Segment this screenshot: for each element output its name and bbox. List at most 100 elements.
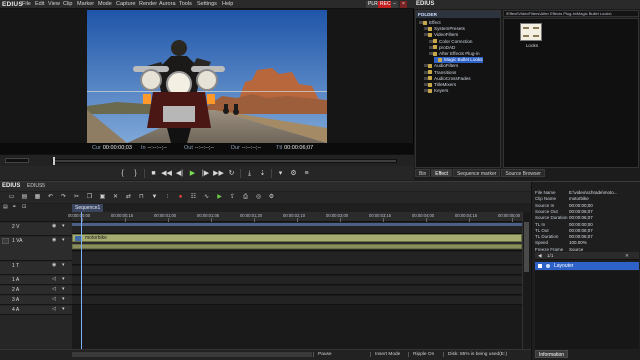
layer-nav-icon[interactable]: ◀ xyxy=(538,253,542,259)
tab-bin[interactable]: Bin xyxy=(415,169,431,177)
render-icon[interactable]: ▶ xyxy=(216,194,223,201)
new-sequence-icon[interactable]: ▭ xyxy=(8,194,15,201)
menu-edit[interactable]: Edit xyxy=(35,0,44,9)
menu-settings[interactable]: Settings xyxy=(197,0,217,9)
marker-icon[interactable]: ▾ xyxy=(276,169,285,178)
stop-icon[interactable]: ■ xyxy=(149,169,158,178)
copy-icon[interactable]: ❐ xyxy=(86,194,93,201)
status-insert-mode[interactable]: Insert Mode xyxy=(370,352,400,357)
step-back-icon[interactable]: ◀| xyxy=(175,169,184,178)
loop-icon[interactable]: ↻ xyxy=(227,169,236,178)
video-clip[interactable]: motorbike xyxy=(72,234,522,242)
lock-icon[interactable]: ▾ xyxy=(62,277,67,282)
speaker-icon[interactable]: ◁ xyxy=(52,277,57,282)
scrub-bar[interactable] xyxy=(0,154,414,166)
position-slider-handle[interactable] xyxy=(53,157,55,165)
menu-render[interactable]: Render xyxy=(139,0,157,9)
menu-tools[interactable]: Tools xyxy=(179,0,192,9)
link-icon[interactable]: ⚭ xyxy=(12,205,17,210)
tree-item[interactable]: ⊟ After Effects Plug-in xyxy=(429,51,480,57)
lock-icon[interactable]: ▾ xyxy=(62,287,67,292)
lock-icon[interactable]: ▾ xyxy=(62,224,67,229)
track-lane-2a[interactable] xyxy=(72,276,522,285)
mixer-icon[interactable]: ☷ xyxy=(190,194,197,201)
sync-lock-icon[interactable]: ⊡ xyxy=(22,205,27,210)
tab-information[interactable]: Information xyxy=(535,350,569,358)
timeline-ruler[interactable]: 00:00:00;00 00:00:00;15 00:00:01;00 00:00:0… xyxy=(68,212,522,222)
lock-icon[interactable]: ▾ xyxy=(62,297,67,302)
tree-item[interactable]: ⊟ Color Correction xyxy=(429,39,472,45)
speaker-icon[interactable]: ◁ xyxy=(52,297,57,302)
menu-help[interactable]: Help xyxy=(222,0,233,9)
tab-source-browser[interactable]: Source Browser xyxy=(501,169,545,177)
paste-icon[interactable]: ▣ xyxy=(99,194,106,201)
tree-item[interactable]: ⊟ Effect xyxy=(419,20,441,26)
tree-item[interactable]: ⊟ VideoFilters xyxy=(424,32,458,38)
menu-icon[interactable]: ≡ xyxy=(302,169,311,178)
track-mode-icon[interactable]: ▤ xyxy=(3,205,8,210)
track-1va[interactable]: 1 VA ◉ ▾ xyxy=(0,237,72,261)
fast-forward-icon[interactable]: ▶▶ xyxy=(213,169,224,178)
menu-capture[interactable]: Capture xyxy=(116,0,136,9)
track-lane-1a[interactable] xyxy=(72,266,522,275)
export-icon[interactable]: ⇪ xyxy=(229,194,236,201)
clip-audio-lane[interactable] xyxy=(72,244,522,249)
lock-icon[interactable]: ▾ xyxy=(62,263,67,268)
tree-item[interactable]: ⊟ TitleMixers xyxy=(424,82,456,88)
looks-effect-thumbnail[interactable] xyxy=(520,23,542,41)
undo-icon[interactable]: ↶ xyxy=(47,194,54,201)
timeline-tracks[interactable]: motorbike xyxy=(72,226,522,349)
shuttle-slider[interactable] xyxy=(5,158,29,163)
track-lane-3a[interactable] xyxy=(72,286,522,295)
layer-enable-checkbox[interactable] xyxy=(538,264,542,268)
overwrite-to-timeline-icon[interactable]: ⇣ xyxy=(258,169,267,178)
speaker-icon[interactable]: ◁ xyxy=(52,287,57,292)
playhead[interactable] xyxy=(81,212,82,349)
track-lane-1va[interactable]: motorbike xyxy=(72,234,522,251)
visibility-icon[interactable]: ◉ xyxy=(52,238,57,243)
play-icon[interactable]: ▶ xyxy=(188,169,197,178)
record-voiceover-icon[interactable]: ● xyxy=(177,194,184,201)
set-out-icon[interactable]: } xyxy=(131,169,140,178)
scroll-thumb[interactable] xyxy=(524,222,529,272)
redo-icon[interactable]: ↷ xyxy=(60,194,67,201)
burn-disc-icon[interactable]: ◎ xyxy=(255,194,262,201)
print-icon[interactable]: ⎙ xyxy=(242,194,249,201)
sequence-tab[interactable]: Sequence1 xyxy=(72,204,104,212)
timeline-horizontal-scrollbar[interactable] xyxy=(72,352,312,357)
speaker-icon[interactable]: ◁ xyxy=(52,307,57,312)
menu-view[interactable]: View xyxy=(48,0,60,9)
track-3a[interactable]: 3 A ◁ ▾ xyxy=(0,296,72,305)
tree-item[interactable]: ⊟ proDAD xyxy=(429,45,455,51)
close-icon[interactable]: × xyxy=(400,1,407,8)
menu-file[interactable]: File xyxy=(22,0,31,9)
tree-item[interactable]: Magic Bullet Looks xyxy=(434,57,483,64)
track-lane-1t[interactable] xyxy=(72,252,522,265)
track-4a[interactable]: 4 A ◁ ▾ xyxy=(0,306,72,315)
layer-item-layouter[interactable]: Layouter xyxy=(535,262,639,270)
menu-clip[interactable]: Clip xyxy=(63,0,72,9)
visibility-icon[interactable]: ◉ xyxy=(52,263,57,268)
track-1a[interactable]: 1 A ◁ ▾ xyxy=(0,276,72,285)
track-lane-4a[interactable] xyxy=(72,296,522,305)
open-project-icon[interactable]: ▤ xyxy=(21,194,28,201)
layer-delete-icon[interactable]: ✕ xyxy=(625,253,629,259)
tree-item[interactable]: ⊟ Transitions xyxy=(424,70,456,76)
track-2v[interactable]: 2 V ◉ ▾ xyxy=(0,223,72,236)
lock-icon[interactable]: ▾ xyxy=(62,307,67,312)
minimize-icon[interactable]: – xyxy=(391,1,398,8)
menu-mode[interactable]: Mode xyxy=(98,0,112,9)
track-lane-2v[interactable] xyxy=(72,226,522,234)
step-forward-icon[interactable]: |▶ xyxy=(201,169,210,178)
rewind-icon[interactable]: ◀◀ xyxy=(161,169,172,178)
tree-item[interactable]: ⊟ SystemPresets xyxy=(424,26,465,32)
track-1t[interactable]: 1 T ◉ ▾ xyxy=(0,262,72,275)
snap-icon[interactable]: ⊓ xyxy=(138,194,145,201)
cut-icon[interactable]: ✂ xyxy=(73,194,80,201)
visibility-icon[interactable]: ◉ xyxy=(52,224,57,229)
add-marker-icon[interactable]: ▼ xyxy=(151,194,158,201)
save-project-icon[interactable]: ▦ xyxy=(34,194,41,201)
menu-aurora[interactable]: Aurora xyxy=(159,0,176,9)
waveform-icon[interactable]: ∿ xyxy=(203,194,210,201)
insert-to-timeline-icon[interactable]: ⤓ xyxy=(245,169,254,178)
